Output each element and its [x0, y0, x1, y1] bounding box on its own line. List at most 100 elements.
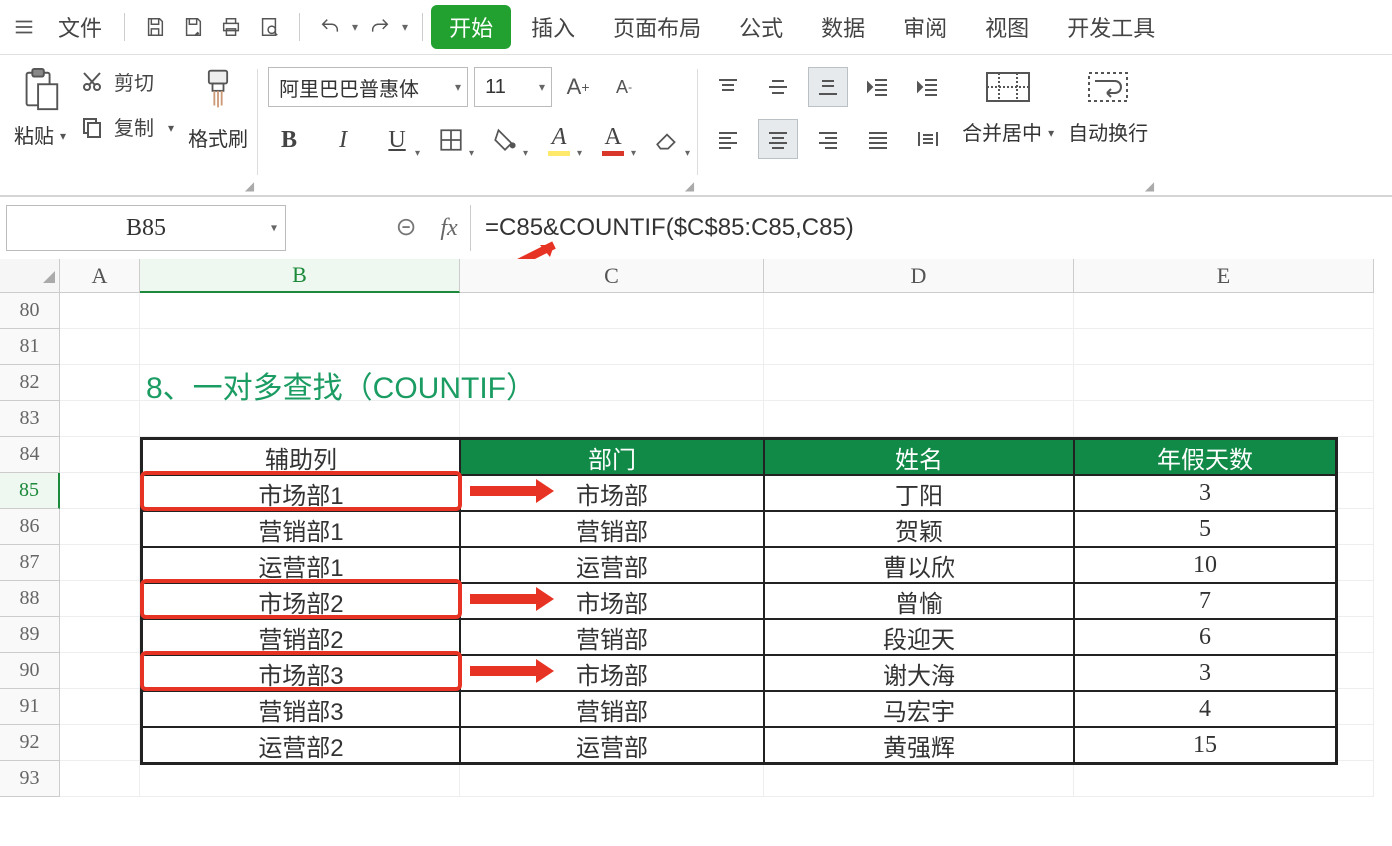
font-size-select[interactable]: 11 ▾: [474, 67, 552, 107]
table-cell[interactable]: 段迎天: [764, 619, 1074, 655]
cell[interactable]: [60, 329, 140, 365]
undo-icon[interactable]: [314, 11, 346, 43]
cell[interactable]: [60, 545, 140, 581]
row-head-88[interactable]: 88: [0, 581, 60, 617]
cell[interactable]: [60, 473, 140, 509]
row-head-92[interactable]: 92: [0, 725, 60, 761]
font-launcher[interactable]: ◢: [685, 179, 694, 193]
cell[interactable]: [460, 293, 764, 329]
cell[interactable]: [1074, 365, 1374, 401]
italic-button[interactable]: I: [322, 119, 364, 161]
cell[interactable]: [60, 581, 140, 617]
table-cell[interactable]: 3: [1074, 655, 1336, 691]
tab-developer[interactable]: 开发工具: [1049, 5, 1173, 49]
underline-button[interactable]: U▾: [376, 119, 418, 161]
col-head-E[interactable]: E: [1074, 259, 1374, 293]
table-cell[interactable]: 10: [1074, 547, 1336, 583]
align-middle-button[interactable]: [758, 67, 798, 107]
fx-cancel-icon[interactable]: [386, 207, 428, 249]
table-cell[interactable]: 营销部3: [142, 691, 460, 727]
table-cell[interactable]: 丁阳: [764, 475, 1074, 511]
print-icon[interactable]: [215, 11, 247, 43]
save-icon[interactable]: [139, 11, 171, 43]
table-cell[interactable]: 营销部: [460, 691, 764, 727]
bold-button[interactable]: B: [268, 119, 310, 161]
fill-color-button[interactable]: ▾: [484, 119, 526, 161]
distribute-button[interactable]: [908, 119, 948, 159]
table-cell[interactable]: 7: [1074, 583, 1336, 619]
tab-home[interactable]: 开始: [431, 5, 511, 49]
row-head-86[interactable]: 86: [0, 509, 60, 545]
wrap-text-button[interactable]: 自动换行: [1068, 67, 1148, 146]
table-cell[interactable]: 营销部1: [142, 511, 460, 547]
tab-data[interactable]: 数据: [803, 5, 883, 49]
redo-icon[interactable]: [364, 11, 396, 43]
table-cell[interactable]: 市场部: [460, 583, 764, 619]
cell[interactable]: [60, 293, 140, 329]
cell[interactable]: [60, 653, 140, 689]
name-box[interactable]: B85 ▾: [6, 205, 286, 251]
formula-bar[interactable]: =C85&COUNTIF($C$85:C85,C85): [470, 205, 1392, 251]
table-cell[interactable]: 谢大海: [764, 655, 1074, 691]
undo-dropdown[interactable]: ▾: [352, 20, 358, 34]
merge-center-button[interactable]: 合并居中: [962, 67, 1054, 146]
print-preview-icon[interactable]: [253, 11, 285, 43]
table-cell[interactable]: 6: [1074, 619, 1336, 655]
align-bottom-button[interactable]: [808, 67, 848, 107]
align-top-button[interactable]: [708, 67, 748, 107]
table-cell[interactable]: 曹以欣: [764, 547, 1074, 583]
align-center-button[interactable]: [758, 119, 798, 159]
table-cell[interactable]: 市场部3: [142, 655, 460, 691]
decrease-font-button[interactable]: A-: [604, 67, 644, 107]
table-cell[interactable]: 运营部: [460, 547, 764, 583]
table-cell[interactable]: 运营部1: [142, 547, 460, 583]
col-head-C[interactable]: C: [460, 259, 764, 293]
justify-button[interactable]: [858, 119, 898, 159]
cell[interactable]: [764, 761, 1074, 797]
row-head-93[interactable]: 93: [0, 761, 60, 797]
align-right-button[interactable]: [808, 119, 848, 159]
row-head-83[interactable]: 83: [0, 401, 60, 437]
font-name-select[interactable]: 阿里巴巴普惠体 ▾: [268, 67, 468, 107]
table-cell[interactable]: 营销部: [460, 619, 764, 655]
row-head-87[interactable]: 87: [0, 545, 60, 581]
col-head-B[interactable]: B: [140, 259, 460, 293]
fx-insert-function-icon[interactable]: fx: [428, 207, 470, 249]
cell[interactable]: [60, 689, 140, 725]
cell[interactable]: [764, 293, 1074, 329]
cell[interactable]: [460, 329, 764, 365]
select-all-corner[interactable]: [0, 259, 60, 293]
cell[interactable]: [140, 761, 460, 797]
cell[interactable]: [60, 437, 140, 473]
col-head-D[interactable]: D: [764, 259, 1074, 293]
row-head-89[interactable]: 89: [0, 617, 60, 653]
copy-dropdown[interactable]: [164, 115, 174, 138]
table-cell[interactable]: 曾愉: [764, 583, 1074, 619]
cell[interactable]: [60, 401, 140, 437]
tab-review[interactable]: 审阅: [885, 5, 965, 49]
row-head-82[interactable]: 82: [0, 365, 60, 401]
cell[interactable]: [1074, 329, 1374, 365]
row-head-80[interactable]: 80: [0, 293, 60, 329]
row-head-85[interactable]: 85: [0, 473, 60, 509]
table-cell[interactable]: 运营部: [460, 727, 764, 763]
table-cell[interactable]: 15: [1074, 727, 1336, 763]
hamburger-icon[interactable]: [6, 9, 42, 45]
cell[interactable]: [764, 365, 1074, 401]
table-cell[interactable]: 营销部2: [142, 619, 460, 655]
decrease-indent-button[interactable]: [858, 67, 898, 107]
table-cell[interactable]: 市场部: [460, 475, 764, 511]
col-head-A[interactable]: A: [60, 259, 140, 293]
cell[interactable]: [1074, 293, 1374, 329]
highlight-color-button[interactable]: A▾: [538, 119, 580, 161]
merge-dropdown[interactable]: [1044, 120, 1054, 143]
save-as-icon[interactable]: [177, 11, 209, 43]
tab-formulas[interactable]: 公式: [721, 5, 801, 49]
table-cell[interactable]: 营销部: [460, 511, 764, 547]
table-cell[interactable]: 市场部: [460, 655, 764, 691]
row-head-90[interactable]: 90: [0, 653, 60, 689]
table-cell[interactable]: 4: [1074, 691, 1336, 727]
tab-view[interactable]: 视图: [967, 5, 1047, 49]
row-head-91[interactable]: 91: [0, 689, 60, 725]
paste-button[interactable]: 粘贴: [14, 67, 66, 149]
